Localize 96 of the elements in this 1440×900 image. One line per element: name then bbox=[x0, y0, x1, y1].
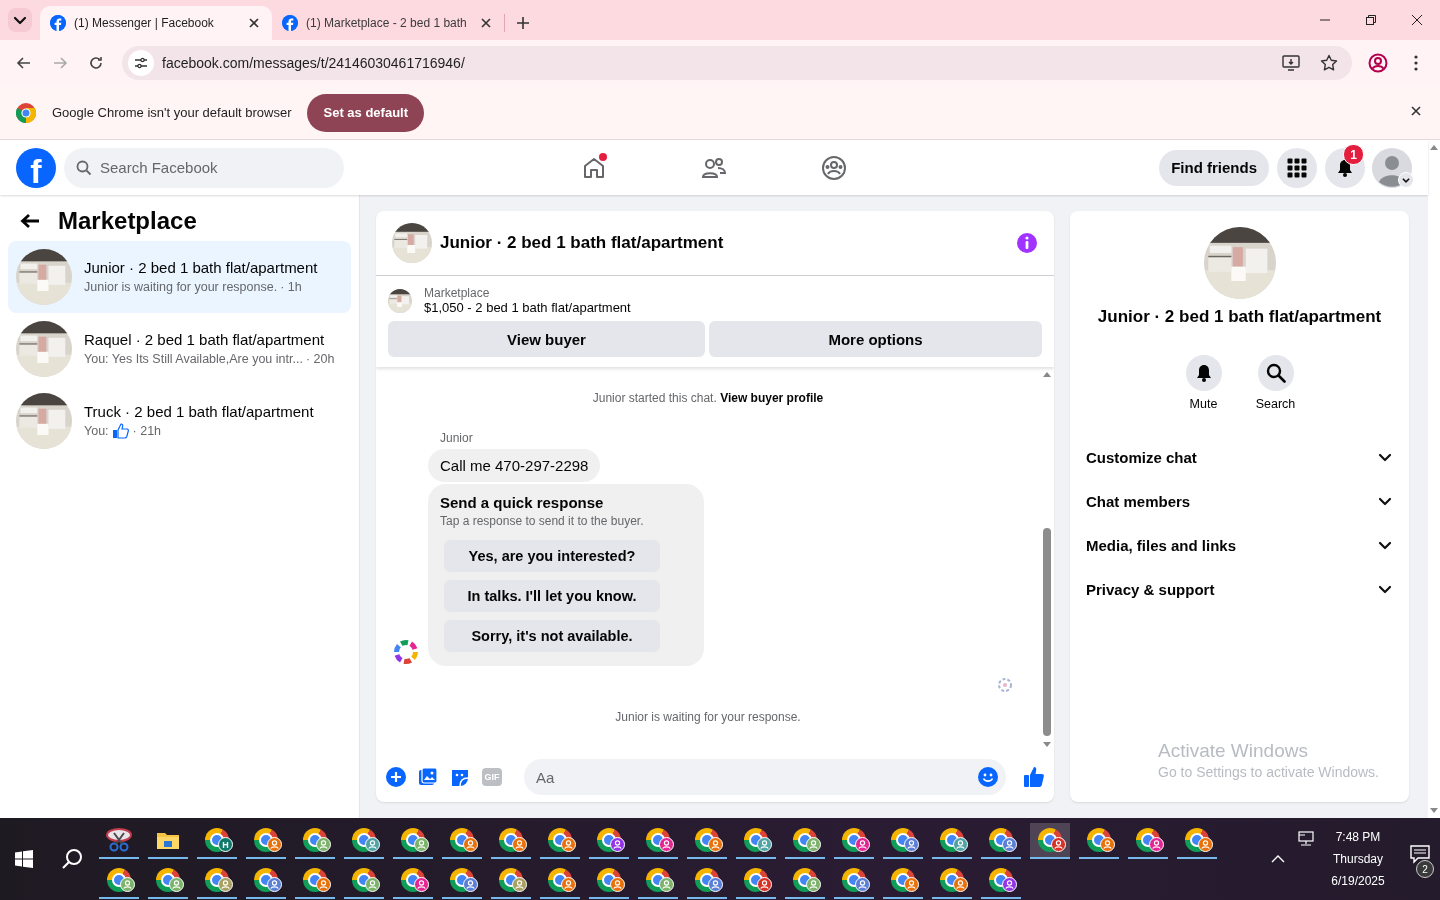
kebab-icon bbox=[1414, 55, 1418, 71]
thumbs-up-icon[interactable] bbox=[1023, 766, 1045, 788]
activation-title: Activate Windows bbox=[1158, 740, 1309, 762]
facebook-logo[interactable]: f bbox=[16, 147, 56, 188]
home-icon bbox=[582, 155, 606, 180]
scroll-up-icon[interactable] bbox=[1430, 144, 1438, 150]
seen-avatar-icon bbox=[998, 678, 1012, 692]
profile-icon[interactable] bbox=[1368, 53, 1388, 73]
quick-response-title: Send a quick response bbox=[440, 494, 605, 511]
clock-time: 7:48 PM bbox=[1335, 830, 1381, 844]
info-icon[interactable] bbox=[1016, 232, 1038, 254]
grid-icon bbox=[1287, 157, 1307, 178]
quick-response-button[interactable]: In talks. I'll let you know. bbox=[444, 580, 660, 612]
search-icon bbox=[76, 159, 92, 176]
back-arrow-icon[interactable] bbox=[20, 213, 40, 229]
site-info-icon[interactable] bbox=[128, 50, 154, 76]
thumbs-up-icon bbox=[111, 423, 130, 439]
message-time: · 21h bbox=[132, 423, 162, 440]
search-field[interactable]: Search Facebook bbox=[64, 147, 344, 188]
browser-tab[interactable]: (1) Marketplace - 2 bed 1 bath bbox=[272, 6, 504, 40]
message-preview: Junior is waiting for your response. bbox=[84, 279, 278, 296]
search-icon bbox=[61, 848, 83, 870]
scrollbar-thumb[interactable] bbox=[1043, 528, 1051, 736]
notification-badge: 1 bbox=[1343, 144, 1364, 165]
facebook-icon bbox=[50, 15, 66, 31]
details-section[interactable]: Chat members bbox=[1086, 479, 1393, 523]
group-icon bbox=[821, 154, 847, 181]
plus-icon[interactable] bbox=[386, 767, 406, 787]
emoji-icon[interactable] bbox=[978, 767, 998, 787]
taskbar-button[interactable]: H bbox=[197, 823, 237, 859]
activation-subtitle: Go to Settings to activate Windows. bbox=[1158, 764, 1379, 780]
quick-response-subtitle: Tap a response to send it to the buyer. bbox=[440, 514, 645, 528]
message-preview: You: Yes Its Still Available,Are you intr... bbox=[84, 351, 303, 368]
clock-date: 6/19/2025 bbox=[1331, 874, 1385, 888]
find-friends-button[interactable]: Find friends bbox=[1159, 149, 1269, 186]
message-time: · 20h bbox=[305, 351, 335, 368]
reload-icon bbox=[88, 55, 104, 71]
ring-logo-icon bbox=[392, 638, 420, 666]
message-input[interactable]: Aa bbox=[524, 759, 1006, 795]
windows-icon bbox=[15, 850, 33, 868]
message-bubble: Call me 470-297-2298 bbox=[428, 449, 601, 482]
folder-icon bbox=[156, 830, 180, 850]
scroll-up-icon[interactable] bbox=[1043, 371, 1051, 377]
url-text: facebook.com/messages/t/24146030461716946/ bbox=[162, 55, 466, 71]
image-icon[interactable] bbox=[418, 767, 438, 787]
message-preview: You: bbox=[84, 423, 109, 440]
chat-title: Junior · 2 bed 1 bath flat/apartment bbox=[440, 233, 725, 253]
conversation-item[interactable]: Truck · 2 bed 1 bath flat/apartment You: · 21h bbox=[8, 385, 351, 457]
browser-tab[interactable]: (1) Messenger | Facebook bbox=[40, 6, 272, 40]
scroll-down-icon[interactable] bbox=[1043, 742, 1051, 748]
sender-name: Junior bbox=[440, 431, 474, 445]
conversation-item[interactable]: Junior · 2 bed 1 bath flat/apartment Junior is waiting for your response. · 1h bbox=[8, 241, 351, 313]
sticker-icon[interactable] bbox=[450, 767, 470, 787]
bell-icon bbox=[1336, 158, 1354, 177]
back-arrow-icon bbox=[16, 55, 32, 71]
quick-response-button[interactable]: Yes, are you interested? bbox=[444, 540, 660, 572]
chrome-icon bbox=[16, 102, 36, 123]
profile-badge: H bbox=[218, 837, 233, 852]
listing-action-button[interactable]: View buyer bbox=[388, 321, 705, 357]
system-note: Junior started this chat. View buyer profile bbox=[591, 391, 825, 405]
close-icon bbox=[1411, 14, 1423, 26]
message-time: · 1h bbox=[280, 279, 302, 296]
scissors-icon bbox=[105, 827, 133, 853]
network-icon[interactable] bbox=[1298, 831, 1316, 847]
forward-arrow-icon bbox=[52, 55, 68, 71]
conversation-item[interactable]: Raquel · 2 bed 1 bath flat/apartment You: Yes Its Still Available,Are you intr... · 20h bbox=[8, 313, 351, 385]
listing-label: Marketplace bbox=[424, 286, 491, 300]
scroll-down-icon[interactable] bbox=[1430, 808, 1438, 814]
details-title: Junior · 2 bed 1 bath flat/apartment bbox=[1097, 307, 1382, 327]
bell-icon bbox=[1194, 364, 1213, 382]
plus-icon bbox=[515, 15, 531, 31]
restore-icon bbox=[1365, 14, 1377, 26]
notification-count: 2 bbox=[1416, 860, 1434, 878]
listing-detail: $1,050 - 2 bed 1 bath flat/apartment bbox=[424, 300, 631, 315]
details-section[interactable]: Customize chat bbox=[1086, 435, 1393, 479]
facebook-icon bbox=[282, 15, 298, 31]
notification-icon[interactable] bbox=[1410, 844, 1430, 864]
clock-day: Thursday bbox=[1333, 852, 1383, 866]
waiting-status: Junior is waiting for your response. bbox=[614, 710, 802, 724]
quick-response-button[interactable]: Sorry, it's not available. bbox=[444, 620, 660, 652]
buyer-profile-link[interactable]: View buyer profile bbox=[720, 391, 824, 405]
install-icon[interactable] bbox=[1282, 54, 1300, 72]
tab-search-button[interactable] bbox=[8, 8, 32, 32]
sidebar-title: Marketplace bbox=[58, 207, 197, 235]
infobar-message: Google Chrome isn't your default browser bbox=[52, 105, 292, 120]
address-bar[interactable]: facebook.com/messages/t/24146030461716946/ bbox=[122, 46, 1352, 80]
taskbar-button[interactable] bbox=[1030, 823, 1070, 859]
menu-button[interactable] bbox=[1277, 147, 1317, 188]
details-section[interactable]: Media, files and links bbox=[1086, 523, 1393, 567]
details-section[interactable]: Privacy & support bbox=[1086, 567, 1393, 611]
listing-action-button[interactable]: More options bbox=[709, 321, 1042, 357]
set-default-button[interactable]: Set as default bbox=[307, 93, 424, 132]
search-icon bbox=[1265, 363, 1286, 383]
chevron-up-icon bbox=[1271, 855, 1285, 863]
people-icon bbox=[701, 155, 727, 180]
star-icon[interactable] bbox=[1320, 54, 1338, 72]
